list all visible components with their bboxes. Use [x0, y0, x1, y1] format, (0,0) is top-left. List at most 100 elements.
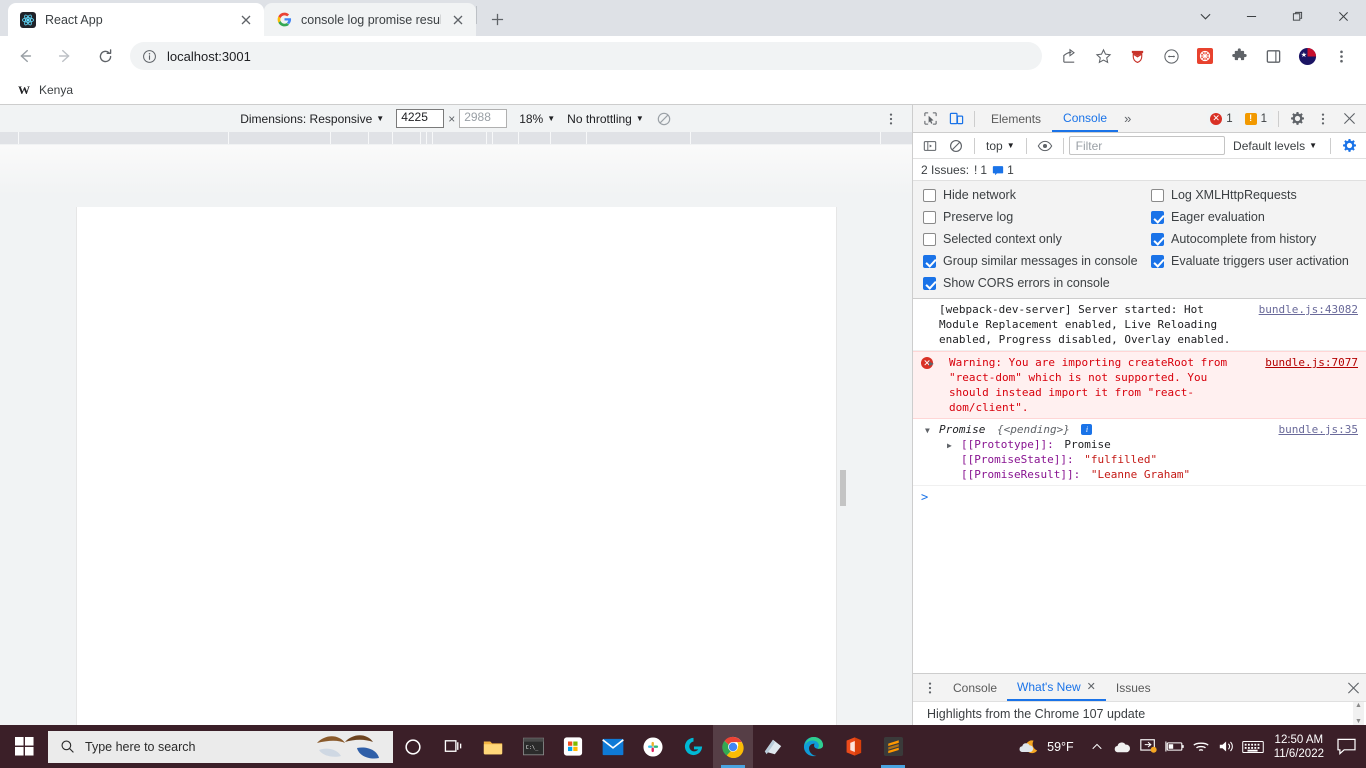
tab-elements[interactable]: Elements [980, 105, 1052, 132]
browser-tab-console-log-promise[interactable]: console log promise result value [264, 3, 476, 36]
expand-triangle-icon[interactable]: ▶ [947, 438, 952, 453]
more-panels-icon[interactable]: » [1118, 107, 1137, 131]
browser-tab-react-app[interactable]: React App [8, 3, 264, 36]
console-message-react-warning[interactable]: ✕ ▶ bundle.js:7077 Warning: You are impo… [913, 351, 1366, 419]
taskbar-search-box[interactable]: Type here to search [48, 730, 393, 763]
checkbox[interactable] [1151, 254, 1164, 268]
taskbar-clock[interactable]: 12:50 AM 11/6/2022 [1266, 733, 1332, 761]
collapse-triangle-icon[interactable]: ▼ [925, 423, 930, 438]
drawer-kebab-menu-icon[interactable] [917, 676, 943, 700]
viewport-height-input[interactable]: 2988 [459, 109, 508, 128]
checkbox[interactable] [923, 210, 936, 224]
sublime-text-icon[interactable] [873, 725, 913, 768]
battery-icon[interactable] [1162, 725, 1188, 768]
profile-avatar-icon[interactable] [1293, 42, 1321, 70]
info-badge-icon[interactable]: i [1081, 424, 1093, 435]
office-icon[interactable] [833, 725, 873, 768]
minimize-button[interactable] [1228, 0, 1274, 32]
honey-icon[interactable] [1191, 42, 1219, 70]
checkbox[interactable] [923, 254, 936, 268]
show-hidden-icons-chevron[interactable] [1084, 725, 1110, 768]
warning-count-badge[interactable]: ! 1 [1241, 109, 1273, 128]
slack-icon[interactable] [633, 725, 673, 768]
volume-icon[interactable] [1214, 725, 1240, 768]
viewport-vertical-scrollbar[interactable] [838, 207, 848, 725]
error-count-badge[interactable]: ✕ 1 [1207, 109, 1239, 128]
action-center-icon[interactable] [1332, 725, 1360, 768]
forward-button[interactable] [50, 41, 80, 71]
promise-prop-result[interactable]: [[PromiseResult]]: "Leanne Graham" [939, 467, 1358, 482]
drawer-tab-issues[interactable]: Issues [1106, 675, 1161, 701]
drawer-tab-console[interactable]: Console [943, 675, 1007, 701]
share-icon[interactable] [1055, 42, 1083, 70]
sticky-notes-icon[interactable] [753, 725, 793, 768]
checkbox[interactable] [1151, 188, 1164, 202]
console-message-webpack[interactable]: bundle.js:43082 [webpack-dev-server] Ser… [913, 299, 1366, 351]
onedrive-cloud-icon[interactable] [1110, 725, 1136, 768]
scroll-down-arrow-icon[interactable]: ▼ [1355, 718, 1362, 725]
console-message-list[interactable]: bundle.js:43082 [webpack-dev-server] Ser… [913, 299, 1366, 673]
puzzle-extensions-icon[interactable] [1225, 42, 1253, 70]
console-settings-gear-icon[interactable] [1336, 134, 1362, 158]
setting-hide-network[interactable]: Hide network [923, 188, 1151, 202]
promise-prop-state[interactable]: [[PromiseState]]: "fulfilled" [939, 452, 1358, 467]
close-drawer-icon[interactable] [1347, 681, 1360, 694]
device-toolbar-kebab-menu[interactable] [884, 112, 898, 126]
inspect-cursor-icon[interactable] [917, 107, 943, 131]
bookmark-star-icon[interactable] [1089, 42, 1117, 70]
live-expression-eye-icon[interactable] [1032, 134, 1058, 158]
drawer-scrollbar[interactable]: ▲ ▼ [1353, 702, 1364, 725]
zoom-selector[interactable]: 18% ▼ [519, 112, 555, 126]
setting-group-similar-messages[interactable]: Group similar messages in console [923, 254, 1151, 268]
keyboard-icon[interactable] [1240, 725, 1266, 768]
scrollbar-thumb[interactable] [840, 470, 846, 506]
sidepanel-icon[interactable] [1259, 42, 1287, 70]
close-icon[interactable] [450, 12, 466, 28]
clear-console-icon[interactable] [943, 134, 969, 158]
expand-triangle-icon[interactable]: ▶ [929, 356, 934, 371]
weather-widget[interactable]: 59°F [1008, 737, 1084, 757]
tab-console[interactable]: Console [1052, 105, 1119, 132]
dimensions-selector[interactable]: Dimensions: Responsive ▼ [240, 112, 384, 126]
close-icon[interactable] [238, 12, 254, 28]
checkbox[interactable] [1151, 210, 1164, 224]
setting-preserve-log[interactable]: Preserve log [923, 210, 1151, 224]
console-sidebar-icon[interactable] [917, 134, 943, 158]
cortana-icon[interactable] [393, 725, 433, 768]
scroll-up-arrow-icon[interactable]: ▲ [1355, 702, 1362, 709]
rotate-disabled-icon[interactable] [656, 111, 672, 127]
drawer-tab-whats-new[interactable]: What's New ✕ [1007, 675, 1106, 701]
console-message-promise-object[interactable]: bundle.js:35 ▼ Promise {<pending>} i ▶ [… [913, 419, 1366, 486]
tab-search-button[interactable] [1182, 0, 1228, 32]
setting-show-cors-errors[interactable]: Show CORS errors in console [923, 276, 1151, 290]
task-view-icon[interactable] [433, 725, 473, 768]
console-filter-input[interactable]: Filter [1068, 136, 1226, 155]
kebab-menu-icon[interactable] [1310, 107, 1336, 131]
console-prompt[interactable]: > [913, 486, 1366, 508]
whats-new-headline[interactable]: Highlights from the Chrome 107 update [927, 707, 1145, 721]
back-button[interactable] [10, 41, 40, 71]
throttling-selector[interactable]: No throttling ▼ [567, 112, 644, 126]
gear-icon[interactable] [1284, 107, 1310, 131]
close-devtools-icon[interactable] [1336, 107, 1362, 131]
mail-icon[interactable] [593, 725, 633, 768]
chrome-menu-icon[interactable] [1327, 42, 1355, 70]
device-toolbar-icon[interactable] [943, 107, 969, 131]
chrome-icon[interactable] [713, 725, 753, 768]
reload-button[interactable] [90, 41, 120, 71]
setting-eager-evaluation[interactable]: Eager evaluation [1151, 210, 1356, 224]
setting-autocomplete-from-history[interactable]: Autocomplete from history [1151, 232, 1356, 246]
checkbox[interactable] [1151, 232, 1164, 246]
promise-object-header[interactable]: ▼ Promise {<pending>} i [925, 422, 1358, 437]
checkbox[interactable] [923, 188, 936, 202]
windows-start-icon[interactable] [0, 725, 48, 768]
promise-prop-prototype[interactable]: ▶ [[Prototype]]: Promise [939, 437, 1358, 452]
extension-circle-icon[interactable] [1157, 42, 1185, 70]
checkbox[interactable] [923, 232, 936, 246]
logitech-g-icon[interactable] [673, 725, 713, 768]
address-bar[interactable]: localhost:3001 [130, 42, 1042, 70]
command-prompt-icon[interactable]: C:\_ [513, 725, 553, 768]
setting-selected-context-only[interactable]: Selected context only [923, 232, 1151, 246]
message-source-link[interactable]: bundle.js:43082 [1259, 302, 1358, 317]
checkbox[interactable] [923, 276, 936, 290]
